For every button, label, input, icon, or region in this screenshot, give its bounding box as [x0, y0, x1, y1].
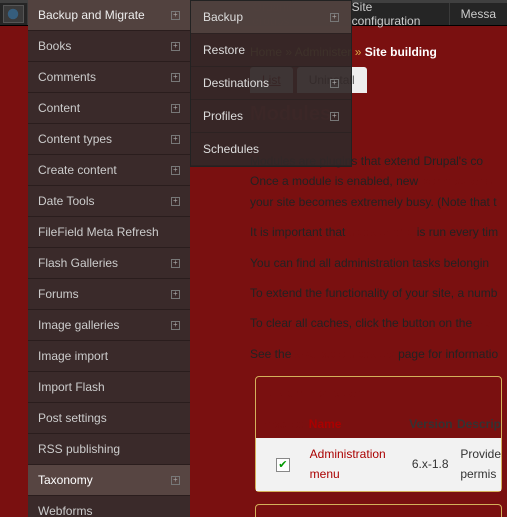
- menu-item[interactable]: Content: [28, 93, 190, 124]
- expand-icon: [330, 79, 339, 88]
- menu-item-label: Content types: [38, 132, 112, 146]
- menu-item-label: Content: [38, 101, 80, 115]
- menu-item[interactable]: Forums: [28, 279, 190, 310]
- menu-item-label: Comments: [38, 70, 96, 84]
- menu-item-label: Webforms: [38, 504, 92, 517]
- menu-item-label: Taxonomy: [38, 473, 93, 487]
- menu-item-label: Schedules: [203, 142, 259, 156]
- expand-icon: [171, 42, 180, 51]
- menu-item-label: Restore: [203, 43, 245, 57]
- module-version: 6.x-1.8: [412, 454, 460, 474]
- fieldset-cck: ▼ CCK: [255, 504, 502, 517]
- menu-item[interactable]: Comments: [28, 62, 190, 93]
- menu-item[interactable]: Profiles: [191, 100, 351, 133]
- menu-item-label: Post settings: [38, 411, 107, 425]
- expand-icon: [330, 13, 339, 22]
- breadcrumb-current: Site building: [365, 45, 437, 59]
- expand-icon: [171, 321, 180, 330]
- fieldset-legend[interactable]: ▼ CCK: [256, 505, 501, 517]
- menu-item[interactable]: Backup: [191, 1, 351, 34]
- expand-icon: [171, 135, 180, 144]
- menu-item[interactable]: Taxonomy: [28, 465, 190, 496]
- menu-item[interactable]: FileField Meta Refresh: [28, 217, 190, 248]
- expand-icon: [171, 166, 180, 175]
- menu-item[interactable]: Backup and Migrate: [28, 0, 190, 31]
- menu-item[interactable]: Destinations: [191, 67, 351, 100]
- menu-item[interactable]: Import Flash: [28, 372, 190, 403]
- dropdown-menu-level1: Backup and Migrate Books Comments Content Co…: [28, 0, 190, 517]
- menu-item-label: Image import: [38, 349, 108, 363]
- fieldset-legend[interactable]: ▼ Administration: [256, 377, 501, 409]
- menu-item-label: Flash Galleries: [38, 256, 118, 270]
- menu-item-label: Image galleries: [38, 318, 119, 332]
- top-menu-item[interactable]: Messa: [449, 3, 507, 25]
- menu-item[interactable]: RSS publishing: [28, 434, 190, 465]
- menu-item-label: Backup and Migrate: [38, 8, 145, 22]
- expand-icon: [171, 11, 180, 20]
- menu-item[interactable]: Content types: [28, 124, 190, 155]
- enabled-checkbox[interactable]: ✔: [276, 458, 290, 472]
- menu-item-label: Books: [38, 39, 71, 53]
- menu-item-label: Create content: [38, 163, 117, 177]
- fieldset-administration: ▼ Administration Enabled Name Version De…: [255, 376, 502, 492]
- expand-icon: [171, 259, 180, 268]
- expand-icon: [171, 197, 180, 206]
- triangle-down-icon: ▼: [266, 513, 275, 517]
- menu-item-label: Date Tools: [38, 194, 94, 208]
- drupal-icon: [6, 7, 20, 21]
- menu-item-label: Backup: [203, 10, 243, 24]
- expand-icon: [171, 290, 180, 299]
- table-header: Enabled Name Version Descrip: [256, 410, 501, 438]
- menu-item[interactable]: Webforms: [28, 496, 190, 517]
- menu-item-label: Import Flash: [38, 380, 105, 394]
- top-menu-item[interactable]: Site configuration: [340, 3, 449, 25]
- module-name[interactable]: Administration menu: [310, 444, 412, 485]
- expand-icon: [330, 112, 339, 121]
- menu-item-label: Forums: [38, 287, 79, 301]
- menu-item-label: Destinations: [203, 76, 269, 90]
- dropdown-menu-level2: Backup Restore Destinations Profiles Schedul…: [190, 0, 352, 167]
- drupal-logo[interactable]: [3, 5, 24, 23]
- menu-item[interactable]: Date Tools: [28, 186, 190, 217]
- table-row: ✔ Administration menu 6.x-1.8 Provide pe…: [256, 438, 501, 491]
- menu-item[interactable]: Image import: [28, 341, 190, 372]
- menu-item[interactable]: Post settings: [28, 403, 190, 434]
- module-description: Provide permis: [460, 444, 501, 485]
- menu-item[interactable]: Image galleries: [28, 310, 190, 341]
- menu-item[interactable]: Flash Galleries: [28, 248, 190, 279]
- triangle-down-icon: ▼: [266, 386, 275, 401]
- menu-item[interactable]: Create content: [28, 155, 190, 186]
- menu-item-label: FileField Meta Refresh: [38, 225, 159, 239]
- expand-icon: [171, 73, 180, 82]
- menu-item[interactable]: Schedules: [191, 133, 351, 166]
- menu-item[interactable]: Books: [28, 31, 190, 62]
- menu-item-label: RSS publishing: [38, 442, 120, 456]
- menu-item-label: Profiles: [203, 109, 243, 123]
- expand-icon: [171, 104, 180, 113]
- expand-icon: [171, 476, 180, 485]
- body-text: Modules are plugins that extend Drupal's…: [245, 151, 507, 517]
- menu-item[interactable]: Restore: [191, 34, 351, 67]
